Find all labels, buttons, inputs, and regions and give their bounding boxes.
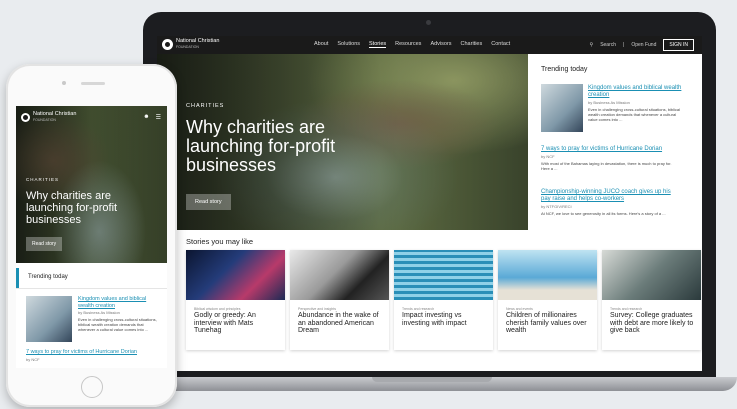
story-card[interactable]: Trends and research Impact investing vs … (394, 250, 493, 350)
nav-about[interactable]: About (314, 41, 328, 48)
mobile-hero-banner: National Christian FOUNDATION ☻ ☰ CHARIT… (16, 106, 167, 263)
trending-link[interactable]: 7 ways to pray for victims of Hurricane … (541, 146, 681, 153)
speaker-grille (81, 82, 105, 85)
trending-item: 7 ways to pray for victims of Hurricane … (541, 146, 681, 171)
laptop-base (152, 377, 737, 391)
story-image (394, 250, 493, 300)
story-card[interactable]: Trends and research Survey: College grad… (602, 250, 701, 350)
nav-resources[interactable]: Resources (395, 41, 421, 48)
site-logo[interactable]: National Christian FOUNDATION (162, 38, 220, 50)
main-menu: About Solutions Stories Resources Adviso… (314, 41, 510, 48)
nav-divider: | (623, 42, 625, 48)
mobile-hero-title[interactable]: Why charities are launching for-profit b… (26, 190, 151, 226)
stories-heading: Stories you may like (186, 237, 254, 246)
user-icon[interactable]: ☻ (143, 114, 149, 121)
nav-utilities: ⚲ Search | Open Fund SIGN IN (590, 39, 694, 51)
hero-category-tag[interactable]: CHARITIES (186, 103, 224, 109)
mobile-trending-item: Kingdom values and biblical wealth creat… (78, 296, 162, 332)
mobile-header-icons: ☻ ☰ (143, 114, 161, 121)
logo-icon (21, 113, 30, 122)
trending-item: Championship-winning JUCO coach gives up… (541, 189, 681, 216)
trending-thumbnail[interactable] (541, 84, 583, 132)
divider (16, 288, 167, 289)
read-story-button[interactable]: Read story (186, 194, 231, 210)
search-link[interactable]: Search (600, 42, 616, 48)
logo-name: National Christian (176, 38, 220, 44)
trending-excerpt: Even in challenging cross-cultural situa… (78, 317, 157, 332)
phone-frame: National Christian FOUNDATION ☻ ☰ CHARIT… (6, 64, 177, 407)
mobile-hero-tag[interactable]: CHARITIES (26, 177, 59, 182)
nav-advisors[interactable]: Advisors (430, 41, 451, 48)
mobile-trending-heading: Trending today (28, 274, 68, 280)
trending-link[interactable]: 7 ways to pray for victims of Hurricane … (26, 349, 156, 356)
trending-excerpt: At NCF, we love to see generosity in all… (541, 211, 666, 216)
logo-icon (162, 39, 173, 50)
trending-excerpt: With most of the Bahamas laying in devas… (541, 161, 672, 171)
logo-sub: FOUNDATION (176, 44, 199, 49)
story-image (186, 250, 285, 300)
story-cards: Biblical wisdom and principles Godly or … (186, 250, 701, 350)
story-category: Biblical wisdom and principles (194, 307, 241, 311)
trending-link[interactable]: Kingdom values and biblical wealth creat… (78, 296, 162, 309)
logo-name: National Christian (33, 111, 77, 117)
trending-excerpt: Even in challenging cross-cultural situa… (588, 107, 681, 122)
story-image (498, 250, 597, 300)
nav-stories[interactable]: Stories (369, 41, 387, 48)
nav-solutions[interactable]: Solutions (337, 41, 360, 48)
front-camera-icon (62, 81, 66, 85)
story-title[interactable]: Godly or greedy: An interview with Mats … (194, 312, 280, 335)
laptop-screen: National Christian FOUNDATION About Solu… (157, 36, 702, 371)
laptop-frame: National Christian FOUNDATION About Solu… (143, 12, 716, 384)
story-category: News and events (506, 307, 533, 311)
mobile-trending-item: 7 ways to pray for victims of Hurricane … (26, 349, 156, 362)
logo-sub: FOUNDATION (33, 117, 56, 122)
trending-link[interactable]: Championship-winning JUCO coach gives up… (541, 189, 681, 203)
story-title[interactable]: Abundance in the wake of an abandoned Am… (298, 312, 384, 335)
trending-link[interactable]: Kingdom values and biblical wealth creat… (588, 85, 683, 99)
story-category: Perspective and insights (298, 307, 336, 311)
hamburger-menu-icon[interactable]: ☰ (156, 114, 161, 121)
story-card[interactable]: Biblical wisdom and principles Godly or … (186, 250, 285, 350)
nav-contact[interactable]: Contact (491, 41, 510, 48)
hero-title[interactable]: Why charities are launching for-profit b… (186, 118, 386, 175)
story-image (290, 250, 389, 300)
trending-accent-bar (16, 268, 19, 289)
story-category: Trends and research (402, 307, 435, 311)
trending-author: by NCF (541, 154, 555, 159)
nav-charities[interactable]: Charities (461, 41, 483, 48)
phone-screen: National Christian FOUNDATION ☻ ☰ CHARIT… (16, 106, 167, 368)
trending-author: by NCF (26, 356, 40, 362)
webcam-icon (426, 20, 431, 25)
trending-panel: Trending today Kingdom values and biblic… (528, 54, 702, 230)
story-image (602, 250, 701, 300)
mobile-trending-thumbnail[interactable] (26, 296, 72, 342)
search-icon[interactable]: ⚲ (590, 42, 594, 48)
top-nav: National Christian FOUNDATION About Solu… (157, 36, 702, 54)
trending-item: Kingdom values and biblical wealth creat… (588, 85, 683, 122)
open-fund-link[interactable]: Open Fund (631, 42, 656, 48)
story-card[interactable]: News and events Children of millionaires… (498, 250, 597, 350)
story-title[interactable]: Survey: College graduates with debt are … (610, 312, 696, 335)
mobile-site-logo[interactable]: National Christian FOUNDATION (21, 111, 77, 123)
story-card[interactable]: Perspective and insights Abundance in th… (290, 250, 389, 350)
story-title[interactable]: Impact investing vs investing with impac… (402, 312, 488, 327)
trending-heading: Trending today (541, 66, 588, 73)
trending-author: by Business As Mission (78, 310, 120, 315)
story-category: Trends and research (610, 307, 643, 311)
story-title[interactable]: Children of millionaires cherish family … (506, 312, 592, 335)
trending-author: by NTFGIV/RECI (541, 204, 572, 209)
mobile-read-story-button[interactable]: Read story (26, 237, 63, 251)
trending-author: by Business As Mission (588, 100, 630, 105)
hero-banner: CHARITIES Why charities are launching fo… (157, 54, 528, 230)
sign-in-button[interactable]: SIGN IN (663, 39, 694, 51)
home-button[interactable] (81, 376, 103, 398)
